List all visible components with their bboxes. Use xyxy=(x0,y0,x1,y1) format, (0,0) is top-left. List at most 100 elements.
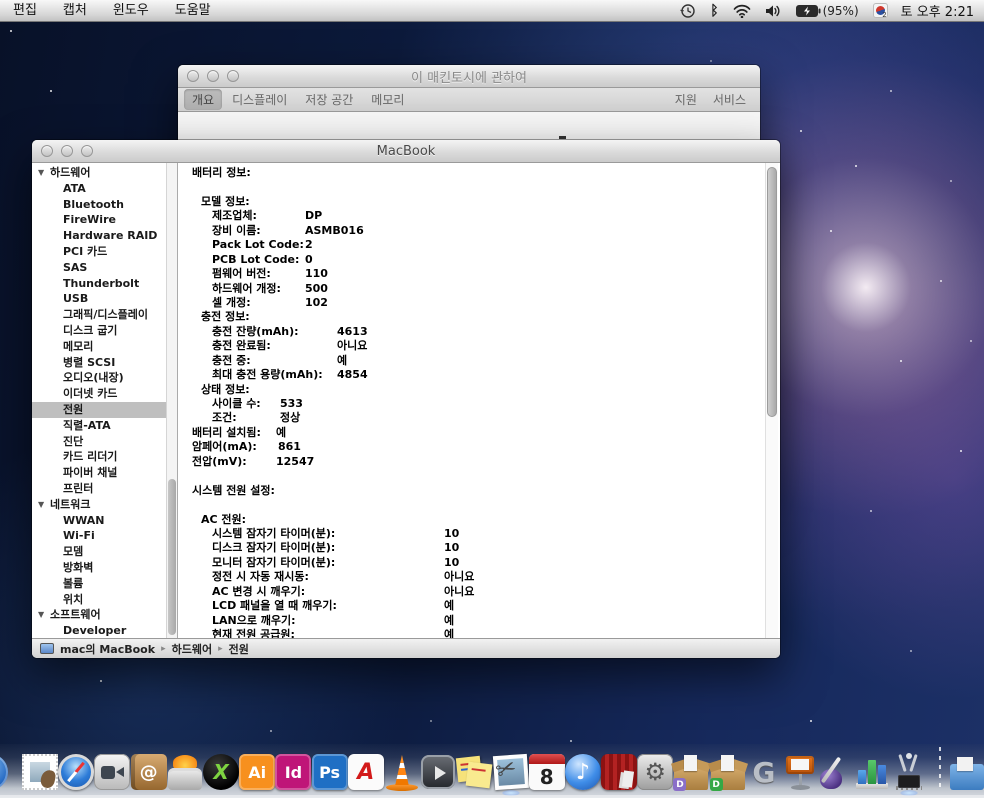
sidebar-item-0-9[interactable]: 디스크 굽기 xyxy=(32,323,177,339)
menu-item-0[interactable]: 편집 xyxy=(0,0,50,22)
sidebar-item-0-11[interactable]: 병렬 SCSI xyxy=(32,355,177,371)
disclosure-triangle-icon[interactable]: ▼ xyxy=(38,165,50,181)
sidebar-item-0-12[interactable]: 오디오(내장) xyxy=(32,370,177,386)
toolbar-button-1[interactable]: 서비스 xyxy=(705,89,754,110)
dock-icon-pages[interactable] xyxy=(818,744,854,798)
sidebar-item-0-18[interactable]: 파이버 채널 xyxy=(32,465,177,481)
sidebar-scroll-thumb[interactable] xyxy=(168,479,176,635)
info-label: 디스크 잠자기 타이머(분): xyxy=(212,541,335,554)
time-machine-icon[interactable] xyxy=(673,0,703,21)
breadcrumb-item-2[interactable]: 전원 xyxy=(229,641,249,657)
dock-icon-clamp-app[interactable]: G xyxy=(746,744,782,798)
dock-icon-video-player[interactable] xyxy=(420,744,456,798)
tab-0[interactable]: 개요 xyxy=(184,89,222,110)
dock-icon-address-book[interactable]: @ xyxy=(131,744,167,798)
dock-icon-mail[interactable] xyxy=(22,744,58,798)
sidebar-item-0-10[interactable]: 메모리 xyxy=(32,339,177,355)
minimize-button[interactable] xyxy=(61,145,73,157)
sidebar-item-0-6[interactable]: Thunderbolt xyxy=(32,276,177,292)
dock-icon-vlc[interactable] xyxy=(384,744,420,798)
dock-icon-stickies[interactable] xyxy=(456,744,492,798)
sidebar-group-0[interactable]: ▼하드웨어 xyxy=(32,165,177,181)
tab-3[interactable]: 메모리 xyxy=(363,89,412,110)
sidebar-scrollbar[interactable] xyxy=(166,163,177,638)
sidebar-item-0-7[interactable]: USB xyxy=(32,291,177,307)
dock-icon-documents-folder[interactable] xyxy=(954,744,984,798)
folder-art xyxy=(950,764,984,790)
wifi-icon[interactable] xyxy=(726,0,758,21)
sidebar-item-1-0[interactable]: WWAN xyxy=(32,513,177,529)
dock-icon-package-app-2[interactable]: D xyxy=(710,744,746,798)
menu-clock[interactable]: 토 오후 2:21 xyxy=(895,1,984,20)
sidebar-item-0-14[interactable]: 전원 xyxy=(32,402,177,418)
sidebar-item-0-3[interactable]: Hardware RAID xyxy=(32,228,177,244)
close-button[interactable] xyxy=(41,145,53,157)
dock-icon-system-information[interactable] xyxy=(891,744,927,798)
sidebar-item-1-1[interactable]: Wi-Fi xyxy=(32,528,177,544)
dock-icon-keynote[interactable] xyxy=(782,744,818,798)
dock-icon-illustrator[interactable]: Ai xyxy=(239,744,275,798)
dock-icon-package-app-1[interactable]: D xyxy=(673,744,709,798)
dock-icon-system-preferences[interactable]: ⚙ xyxy=(637,744,673,798)
sidebar-item-0-5[interactable]: SAS xyxy=(32,260,177,276)
bluetooth-icon[interactable]: ᛒ xyxy=(703,0,725,21)
content-scrollbar[interactable] xyxy=(765,163,778,638)
sidebar-item-0-15[interactable]: 직렬-ATA xyxy=(32,418,177,434)
sidebar-item-1-4[interactable]: 볼륨 xyxy=(32,576,177,592)
dock-icon-toast[interactable] xyxy=(167,744,203,798)
input-source-flag-icon[interactable]: 2 xyxy=(866,0,895,21)
menu-item-2[interactable]: 윈도우 xyxy=(100,0,162,22)
dock-icon-x-app[interactable]: X xyxy=(203,744,239,798)
content-scroll-thumb[interactable] xyxy=(767,167,777,417)
dock-icon-facetime[interactable] xyxy=(94,744,130,798)
sidebar-item-0-16[interactable]: 진단 xyxy=(32,434,177,450)
sidebar-item-0-13[interactable]: 이더넷 카드 xyxy=(32,386,177,402)
volume-icon[interactable] xyxy=(758,0,789,21)
sidebar-item-0-4[interactable]: PCI 카드 xyxy=(32,244,177,260)
about-titlebar[interactable]: 이 매킨토시에 관하여 xyxy=(178,65,760,88)
dock-icon-app-store[interactable] xyxy=(0,744,22,798)
dock-icon-ical[interactable]: 8 xyxy=(529,744,565,798)
battery-icon[interactable]: (95%) xyxy=(789,0,866,21)
dock-icon-photo-booth[interactable] xyxy=(601,744,637,798)
system-information-window: MacBook ▼하드웨어ATABluetoothFireWireHardwar… xyxy=(32,140,780,658)
dock-icon-indesign[interactable]: Id xyxy=(275,744,311,798)
breadcrumb-item-0[interactable]: mac의 MacBook xyxy=(60,641,155,657)
sidebar-group-1[interactable]: ▼네트워크 xyxy=(32,497,177,513)
package-app-2-icon: D xyxy=(709,753,747,791)
disclosure-triangle-icon[interactable]: ▼ xyxy=(38,497,50,513)
dock-icon-acrobat-reader[interactable]: A xyxy=(348,744,384,798)
sidebar-item-0-8[interactable]: 그래픽/디스플레이 xyxy=(32,307,177,323)
dock-icon-numbers[interactable] xyxy=(854,744,890,798)
menu-item-3[interactable]: 도움말 xyxy=(162,0,224,22)
sidebar-item-1-3[interactable]: 방화벽 xyxy=(32,560,177,576)
sidebar-item-0-17[interactable]: 카드 리더기 xyxy=(32,449,177,465)
sysinfo-titlebar[interactable]: MacBook xyxy=(32,140,780,163)
sidebar-item-0-19[interactable]: 프린터 xyxy=(32,481,177,497)
sidebar-item-2-0[interactable]: Developer xyxy=(32,623,177,638)
dock-icon-itunes[interactable]: ♪ xyxy=(565,744,601,798)
info-value: 예 xyxy=(444,614,454,628)
about-traffic-lights xyxy=(187,70,239,82)
sidebar-item-0-2[interactable]: FireWire xyxy=(32,212,177,228)
dock-icon-photoshop[interactable]: Ps xyxy=(312,744,348,798)
minimize-button[interactable] xyxy=(207,70,219,82)
disclosure-triangle-icon[interactable]: ▼ xyxy=(38,607,50,623)
zoom-button[interactable] xyxy=(227,70,239,82)
dock-icon-grab[interactable]: ✂ xyxy=(492,744,528,798)
toolbar-button-0[interactable]: 지원 xyxy=(667,89,705,110)
zoom-button[interactable] xyxy=(81,145,93,157)
sidebar-group-2[interactable]: ▼소프트웨어 xyxy=(32,607,177,623)
tab-2[interactable]: 저장 공간 xyxy=(297,89,361,110)
app-badge: D xyxy=(710,778,723,791)
sidebar-item-1-5[interactable]: 위치 xyxy=(32,592,177,608)
dock-icon-safari[interactable] xyxy=(58,744,94,798)
close-button[interactable] xyxy=(187,70,199,82)
breadcrumb-item-1[interactable]: 하드웨어 xyxy=(172,641,212,657)
sidebar-item-1-2[interactable]: 모뎀 xyxy=(32,544,177,560)
sidebar-item-0-1[interactable]: Bluetooth xyxy=(32,197,177,213)
menu-item-1[interactable]: 캡처 xyxy=(50,0,100,22)
separator-line xyxy=(939,747,941,789)
sidebar-item-0-0[interactable]: ATA xyxy=(32,181,177,197)
tab-1[interactable]: 디스플레이 xyxy=(224,89,295,110)
